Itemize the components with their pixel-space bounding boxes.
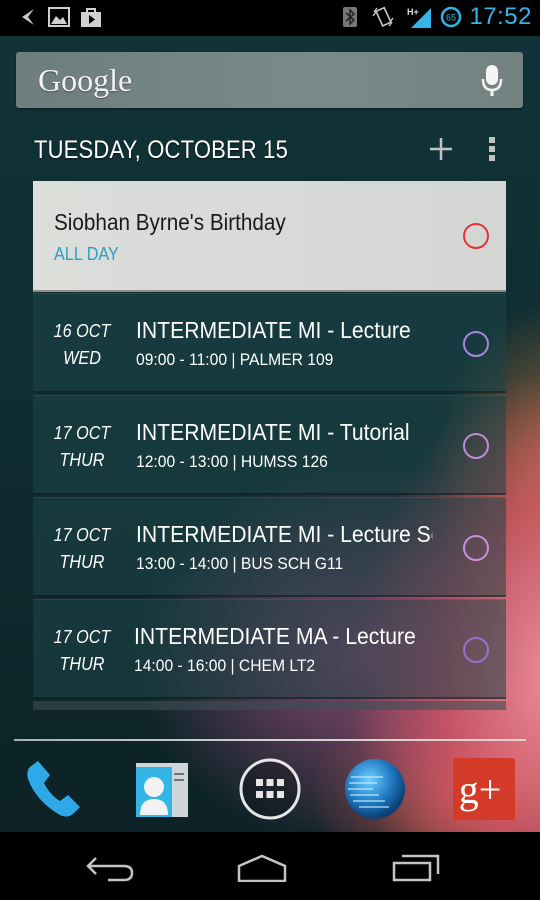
event-time-location: 09:00 - 11:00 | PALMER 109 — [136, 350, 334, 369]
event-date-day-month: 17 OCT — [53, 627, 111, 647]
event-status-circle-icon[interactable] — [463, 331, 489, 357]
plus-icon[interactable] — [428, 136, 454, 162]
event-date-day-month: 16 OCT — [53, 321, 111, 341]
event-weekday: THUR — [59, 654, 105, 674]
event-date: 17 OCT THUR — [38, 624, 126, 678]
signal-hplus-icon: H+ — [407, 7, 431, 28]
google-search-bar[interactable]: Google — [16, 52, 523, 108]
bluetooth-icon — [343, 7, 357, 27]
event-date: 17 OCT THUR — [38, 522, 126, 576]
globe-icon[interactable] — [343, 757, 407, 821]
event-status-circle-icon[interactable] — [463, 535, 489, 561]
event-date: 16 OCT WED — [38, 318, 126, 372]
calendar-date-header: TUESDAY, OCTOBER 15 — [34, 136, 288, 164]
event-card[interactable]: 17 OCT THUR INTERMEDIATE MI - Tutorial 1… — [33, 395, 506, 495]
svg-text:65: 65 — [446, 13, 456, 23]
gallery-icon — [48, 7, 70, 27]
clock: 17:52 — [469, 3, 532, 30]
vibrate-icon — [372, 6, 394, 28]
event-title: INTERMEDIATE MI - Lecture — [136, 317, 411, 343]
svg-text:H+: H+ — [407, 7, 419, 17]
event-list-more-indicator — [33, 701, 506, 710]
event-title: INTERMEDIATE MA - Lecture — [134, 623, 416, 649]
event-card[interactable]: 17 OCT THUR INTERMEDIATE MA - Lecture 14… — [33, 599, 506, 699]
google-plus-icon[interactable]: g+ — [452, 757, 516, 821]
event-status-circle-icon[interactable] — [463, 637, 489, 663]
event-weekday: THUR — [59, 552, 105, 572]
phone-icon[interactable] — [22, 757, 86, 821]
status-bar: H+ 65 17:52 — [0, 0, 540, 36]
all-day-event-card[interactable]: Siobhan Byrne's Birthday ALL DAY — [33, 181, 506, 292]
event-title: INTERMEDIATE MI - Lecture Series — [136, 521, 432, 547]
recents-icon[interactable] — [392, 854, 440, 882]
navigation-bar — [0, 832, 540, 900]
google-logo: Google — [38, 62, 133, 98]
event-date: 17 OCT THUR — [38, 420, 126, 474]
event-card[interactable]: 17 OCT THUR INTERMEDIATE MI - Lecture Se… — [33, 497, 506, 597]
home-icon[interactable] — [237, 854, 287, 882]
event-card[interactable]: 16 OCT WED INTERMEDIATE MI - Lecture 09:… — [33, 293, 506, 393]
event-time-location: 13:00 - 14:00 | BUS SCH G11 — [136, 554, 344, 573]
event-date-day-month: 17 OCT — [53, 525, 111, 545]
event-time-location: 14:00 - 16:00 | CHEM LT2 — [134, 656, 316, 675]
event-weekday: WED — [63, 348, 101, 368]
event-title: Siobhan Byrne's Birthday — [54, 209, 286, 235]
dock-divider — [14, 739, 526, 741]
battery-circle-icon: 65 — [440, 6, 462, 28]
contacts-icon[interactable] — [130, 757, 194, 821]
svg-text:g+: g+ — [459, 767, 502, 812]
microphone-icon[interactable] — [481, 64, 503, 98]
back-icon[interactable] — [86, 854, 136, 882]
event-status-circle-icon[interactable] — [463, 223, 489, 249]
event-date-day-month: 17 OCT — [53, 423, 111, 443]
play-store-icon — [81, 8, 101, 27]
all-day-label: ALL DAY — [54, 244, 119, 264]
event-title: INTERMEDIATE MI - Tutorial — [136, 419, 410, 445]
event-status-circle-icon[interactable] — [463, 433, 489, 459]
event-time-location: 12:00 - 13:00 | HUMSS 126 — [136, 452, 328, 471]
notification-arrow-icon — [22, 9, 34, 25]
event-weekday: THUR — [59, 450, 105, 470]
overflow-menu-icon[interactable] — [485, 136, 499, 162]
app-drawer-icon[interactable] — [238, 757, 302, 821]
